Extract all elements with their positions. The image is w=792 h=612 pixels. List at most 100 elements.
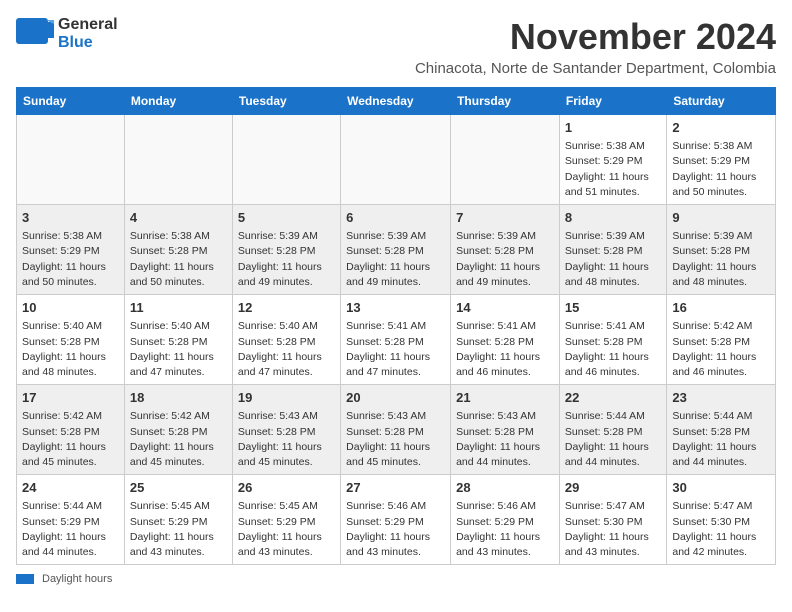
calendar-cell: 6 Sunrise: 5:39 AM Sunset: 5:28 PM Daylig… xyxy=(341,205,451,295)
day-number: 4 xyxy=(130,209,227,227)
calendar-cell: 21Sunrise: 5:43 AM Sunset: 5:28 PM Dayli… xyxy=(451,385,560,475)
calendar-header-row: SundayMondayTuesdayWednesdayThursdayFrid… xyxy=(17,88,776,115)
day-info: Sunrise: 5:41 AM Sunset: 5:28 PM Dayligh… xyxy=(346,319,445,380)
calendar-cell: 30Sunrise: 5:47 AM Sunset: 5:30 PM Dayli… xyxy=(667,475,776,565)
day-number: 19 xyxy=(238,389,335,407)
day-info: Sunrise: 5:46 AM Sunset: 5:29 PM Dayligh… xyxy=(456,499,554,560)
day-info: Sunrise: 5:38 AM Sunset: 5:29 PM Dayligh… xyxy=(565,139,661,200)
month-title: November 2024 xyxy=(415,16,776,58)
calendar-cell xyxy=(124,115,232,205)
weekday-header: Tuesday xyxy=(232,88,340,115)
logo-general: General xyxy=(58,16,118,34)
logo-icon xyxy=(16,18,54,50)
calendar-cell: 11Sunrise: 5:40 AM Sunset: 5:28 PM Dayli… xyxy=(124,295,232,385)
day-info: Sunrise: 5:44 AM Sunset: 5:28 PM Dayligh… xyxy=(672,409,770,470)
day-number: 3 xyxy=(22,209,119,227)
calendar-cell: 15Sunrise: 5:41 AM Sunset: 5:28 PM Dayli… xyxy=(559,295,666,385)
weekday-header: Wednesday xyxy=(341,88,451,115)
day-info: Sunrise: 5:41 AM Sunset: 5:28 PM Dayligh… xyxy=(456,319,554,380)
calendar-cell: 20 Sunrise: 5:43 AM Sunset: 5:28 PM Dayli… xyxy=(341,385,451,475)
calendar-cell: 16Sunrise: 5:42 AM Sunset: 5:28 PM Dayli… xyxy=(667,295,776,385)
calendar-cell: 3 Sunrise: 5:38 AM Sunset: 5:29 PM Daylig… xyxy=(17,205,125,295)
day-number: 18 xyxy=(130,389,227,407)
calendar-cell: 23Sunrise: 5:44 AM Sunset: 5:28 PM Dayli… xyxy=(667,385,776,475)
calendar-cell: 12 Sunrise: 5:40 AM Sunset: 5:28 PM Dayli… xyxy=(232,295,340,385)
day-number: 9 xyxy=(672,209,770,227)
day-info: Sunrise: 5:47 AM Sunset: 5:30 PM Dayligh… xyxy=(565,499,661,560)
day-info: Sunrise: 5:39 AM Sunset: 5:28 PM Dayligh… xyxy=(672,229,770,290)
day-info: Sunrise: 5:47 AM Sunset: 5:30 PM Dayligh… xyxy=(672,499,770,560)
day-info: Sunrise: 5:38 AM Sunset: 5:29 PM Dayligh… xyxy=(22,229,119,290)
day-number: 25 xyxy=(130,479,227,497)
day-info: Sunrise: 5:40 AM Sunset: 5:28 PM Dayligh… xyxy=(238,319,335,380)
logo-blue: Blue xyxy=(58,34,118,52)
day-info: Sunrise: 5:40 AM Sunset: 5:28 PM Dayligh… xyxy=(22,319,119,380)
day-info: Sunrise: 5:44 AM Sunset: 5:29 PM Dayligh… xyxy=(22,499,119,560)
day-number: 12 xyxy=(238,299,335,317)
legend: Daylight hours xyxy=(16,573,776,585)
day-number: 14 xyxy=(456,299,554,317)
day-info: Sunrise: 5:39 AM Sunset: 5:28 PM Dayligh… xyxy=(238,229,335,290)
day-number: 8 xyxy=(565,209,661,227)
calendar-cell: 29 Sunrise: 5:47 AM Sunset: 5:30 PM Dayli… xyxy=(559,475,666,565)
daylight-color-box xyxy=(16,574,34,584)
day-info: Sunrise: 5:38 AM Sunset: 5:29 PM Dayligh… xyxy=(672,139,770,200)
day-number: 7 xyxy=(456,209,554,227)
day-number: 6 xyxy=(346,209,445,227)
day-number: 24 xyxy=(22,479,119,497)
day-info: Sunrise: 5:45 AM Sunset: 5:29 PM Dayligh… xyxy=(238,499,335,560)
day-number: 27 xyxy=(346,479,445,497)
weekday-header: Thursday xyxy=(451,88,560,115)
calendar-cell: 10 Sunrise: 5:40 AM Sunset: 5:28 PM Dayli… xyxy=(17,295,125,385)
calendar-cell: 26 Sunrise: 5:45 AM Sunset: 5:29 PM Dayli… xyxy=(232,475,340,565)
calendar-cell: 17Sunrise: 5:42 AM Sunset: 5:28 PM Dayli… xyxy=(17,385,125,475)
calendar-cell: 24 Sunrise: 5:44 AM Sunset: 5:29 PM Dayli… xyxy=(17,475,125,565)
calendar-cell: 25 Sunrise: 5:45 AM Sunset: 5:29 PM Dayli… xyxy=(124,475,232,565)
day-info: Sunrise: 5:39 AM Sunset: 5:28 PM Dayligh… xyxy=(565,229,661,290)
calendar-cell: 28 Sunrise: 5:46 AM Sunset: 5:29 PM Dayli… xyxy=(451,475,560,565)
day-info: Sunrise: 5:38 AM Sunset: 5:28 PM Dayligh… xyxy=(130,229,227,290)
day-number: 28 xyxy=(456,479,554,497)
day-info: Sunrise: 5:42 AM Sunset: 5:28 PM Dayligh… xyxy=(22,409,119,470)
calendar-cell: 9 Sunrise: 5:39 AM Sunset: 5:28 PM Daylig… xyxy=(667,205,776,295)
day-info: Sunrise: 5:43 AM Sunset: 5:28 PM Dayligh… xyxy=(456,409,554,470)
calendar-cell xyxy=(451,115,560,205)
day-info: Sunrise: 5:39 AM Sunset: 5:28 PM Dayligh… xyxy=(346,229,445,290)
day-number: 10 xyxy=(22,299,119,317)
calendar-cell: 27 Sunrise: 5:46 AM Sunset: 5:29 PM Dayli… xyxy=(341,475,451,565)
day-info: Sunrise: 5:44 AM Sunset: 5:28 PM Dayligh… xyxy=(565,409,661,470)
calendar-table: SundayMondayTuesdayWednesdayThursdayFrid… xyxy=(16,87,776,565)
calendar-cell: 22Sunrise: 5:44 AM Sunset: 5:28 PM Dayli… xyxy=(559,385,666,475)
day-number: 20 xyxy=(346,389,445,407)
weekday-header: Sunday xyxy=(17,88,125,115)
day-info: Sunrise: 5:43 AM Sunset: 5:28 PM Dayligh… xyxy=(346,409,445,470)
weekday-header: Friday xyxy=(559,88,666,115)
calendar-cell: 14 Sunrise: 5:41 AM Sunset: 5:28 PM Dayli… xyxy=(451,295,560,385)
logo: General Blue xyxy=(16,16,118,51)
daylight-label: Daylight hours xyxy=(42,573,112,585)
calendar-cell: 5 Sunrise: 5:39 AM Sunset: 5:28 PM Daylig… xyxy=(232,205,340,295)
calendar-cell: 8 Sunrise: 5:39 AM Sunset: 5:28 PM Daylig… xyxy=(559,205,666,295)
calendar-cell: 4 Sunrise: 5:38 AM Sunset: 5:28 PM Daylig… xyxy=(124,205,232,295)
day-number: 1 xyxy=(565,119,661,137)
day-info: Sunrise: 5:40 AM Sunset: 5:28 PM Dayligh… xyxy=(130,319,227,380)
day-number: 5 xyxy=(238,209,335,227)
day-number: 26 xyxy=(238,479,335,497)
day-number: 29 xyxy=(565,479,661,497)
day-info: Sunrise: 5:45 AM Sunset: 5:29 PM Dayligh… xyxy=(130,499,227,560)
day-number: 16 xyxy=(672,299,770,317)
weekday-header: Monday xyxy=(124,88,232,115)
calendar-cell xyxy=(341,115,451,205)
page-header: General Blue November 2024 Chinacota, No… xyxy=(16,16,776,77)
day-info: Sunrise: 5:43 AM Sunset: 5:28 PM Dayligh… xyxy=(238,409,335,470)
calendar-cell xyxy=(232,115,340,205)
calendar-cell: 13Sunrise: 5:41 AM Sunset: 5:28 PM Dayli… xyxy=(341,295,451,385)
day-info: Sunrise: 5:41 AM Sunset: 5:28 PM Dayligh… xyxy=(565,319,661,380)
calendar-cell: 1 Sunrise: 5:38 AM Sunset: 5:29 PM Daylig… xyxy=(559,115,666,205)
calendar-cell: 19 Sunrise: 5:43 AM Sunset: 5:28 PM Dayli… xyxy=(232,385,340,475)
day-info: Sunrise: 5:39 AM Sunset: 5:28 PM Dayligh… xyxy=(456,229,554,290)
location-title: Chinacota, Norte de Santander Department… xyxy=(415,60,776,77)
title-area: November 2024 Chinacota, Norte de Santan… xyxy=(415,16,776,77)
day-info: Sunrise: 5:46 AM Sunset: 5:29 PM Dayligh… xyxy=(346,499,445,560)
calendar-cell: 7 Sunrise: 5:39 AM Sunset: 5:28 PM Daylig… xyxy=(451,205,560,295)
